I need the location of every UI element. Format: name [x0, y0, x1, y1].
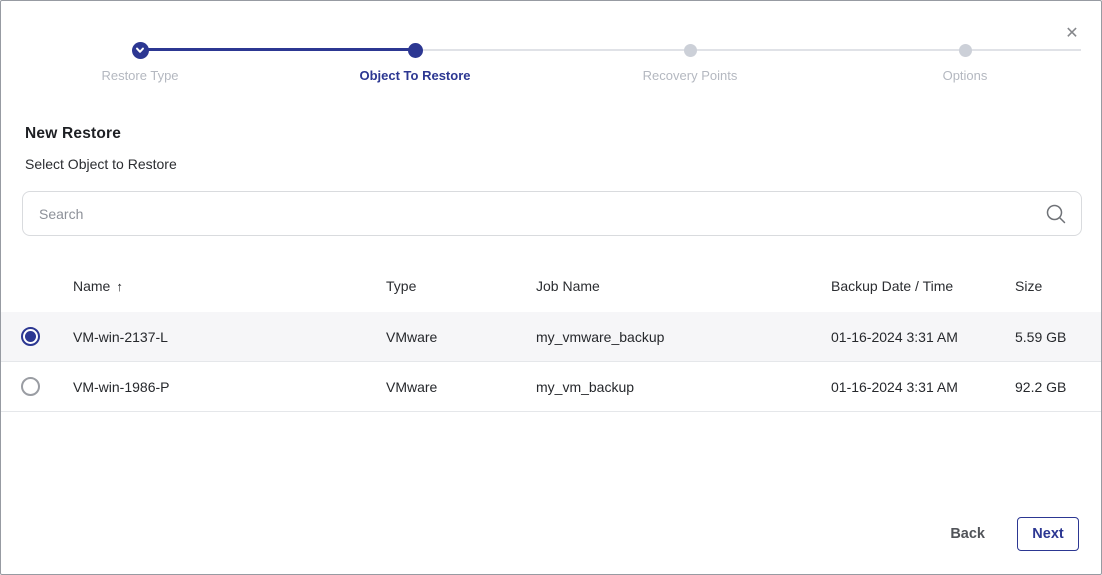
step-label: Restore Type	[101, 68, 178, 83]
search-icon	[1045, 203, 1067, 225]
new-restore-dialog: ✕ Restore Type Object To Restore Recover…	[0, 0, 1102, 575]
table-row[interactable]: VM-win-1986-P VMware my_vm_backup 01-16-…	[1, 362, 1101, 412]
radio-selected-icon[interactable]	[21, 327, 40, 346]
stepper-step-object-to-restore: Object To Restore	[305, 40, 525, 83]
upcoming-step-dot-icon	[959, 44, 972, 57]
upcoming-step-dot-icon	[684, 44, 697, 57]
cell-name: VM-win-2137-L	[53, 329, 366, 345]
table-body: VM-win-2137-L VMware my_vmware_backup 01…	[1, 312, 1101, 412]
radio-unselected-icon[interactable]	[21, 377, 40, 396]
cell-type: VMware	[366, 329, 516, 345]
column-header-name[interactable]: Name↑	[53, 278, 366, 294]
cell-size: 5.59 GB	[995, 329, 1101, 345]
search-input[interactable]	[23, 192, 1045, 235]
sort-ascending-icon[interactable]: ↑	[116, 279, 123, 294]
stepper-step-options: Options	[855, 40, 1075, 83]
search-bar	[22, 191, 1082, 236]
page-subtitle: Select Object to Restore	[25, 156, 177, 172]
stepper-step-restore-type: Restore Type	[30, 40, 250, 83]
cell-backup-date-time: 01-16-2024 3:31 AM	[811, 329, 995, 345]
column-header-job-name[interactable]: Job Name	[516, 278, 811, 294]
page-title: New Restore	[25, 125, 121, 143]
table-row[interactable]: VM-win-2137-L VMware my_vmware_backup 01…	[1, 312, 1101, 362]
next-button[interactable]: Next	[1017, 517, 1079, 551]
step-label: Recovery Points	[643, 68, 738, 83]
step-label: Object To Restore	[359, 68, 470, 83]
column-header-backup-date-time[interactable]: Backup Date / Time	[811, 278, 995, 294]
stepper: Restore Type Object To Restore Recovery …	[1, 1, 1101, 93]
cell-type: VMware	[366, 379, 516, 395]
cell-name: VM-win-1986-P	[53, 379, 366, 395]
table-header: Name↑ Type Job Name Backup Date / Time S…	[1, 259, 1101, 312]
column-header-type[interactable]: Type	[366, 278, 516, 294]
column-header-size[interactable]: Size	[995, 278, 1101, 294]
back-button[interactable]: Back	[942, 520, 993, 548]
cell-backup-date-time: 01-16-2024 3:31 AM	[811, 379, 995, 395]
active-step-dot-icon	[408, 43, 423, 58]
cell-job-name: my_vm_backup	[516, 379, 811, 395]
cell-job-name: my_vmware_backup	[516, 329, 811, 345]
step-label: Options	[943, 68, 988, 83]
check-icon	[132, 42, 149, 59]
stepper-step-recovery-points: Recovery Points	[580, 40, 800, 83]
dialog-footer: Back Next	[942, 517, 1079, 551]
cell-size: 92.2 GB	[995, 379, 1101, 395]
